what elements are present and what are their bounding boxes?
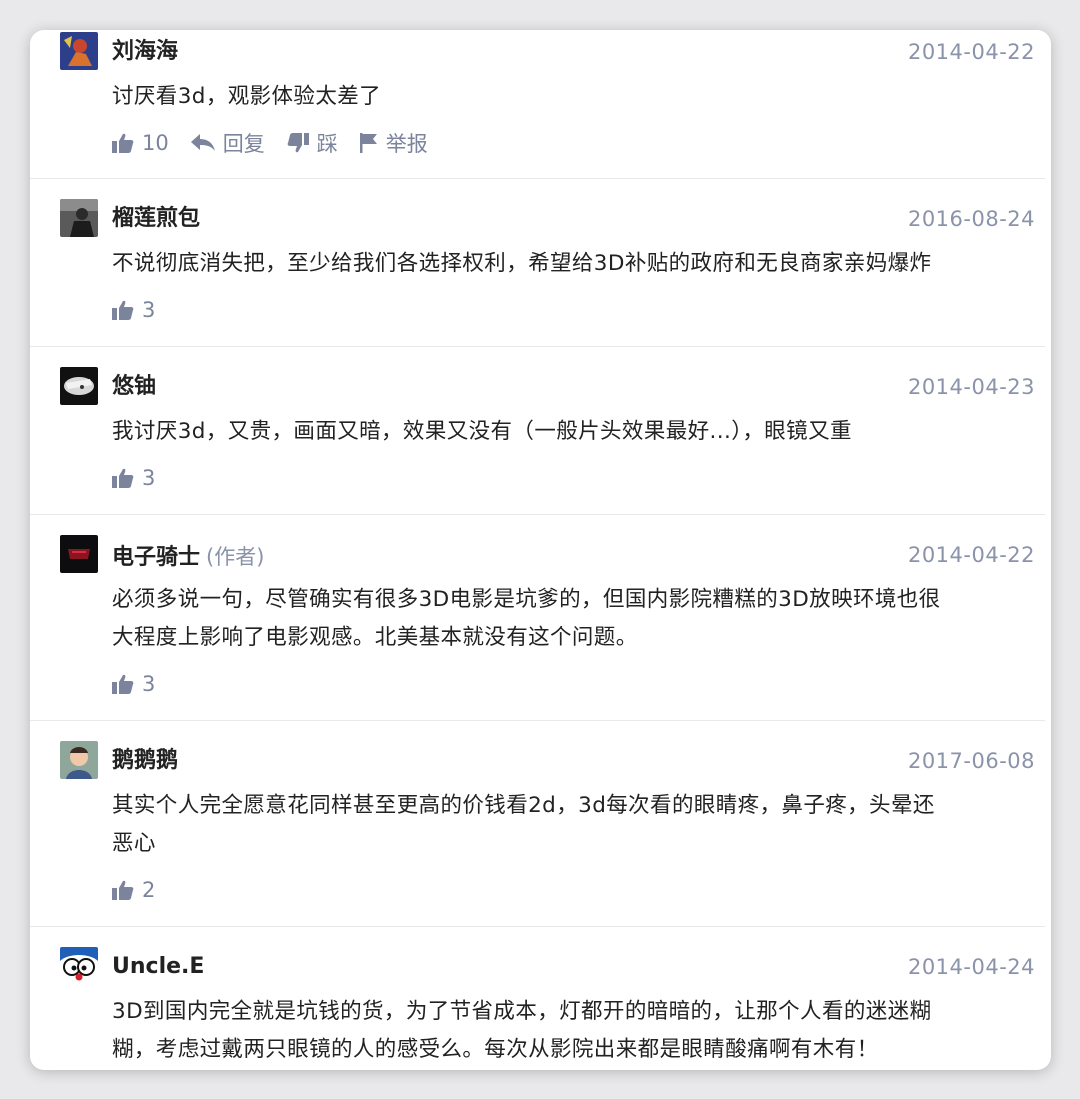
comment-header: 榴莲煎包 2016-08-24: [112, 205, 1039, 233]
comment-item: 榴莲煎包 2016-08-24 不说彻底消失把，至少给我们各选择权利，希望给3D…: [30, 179, 1045, 347]
username[interactable]: Uncle.E: [112, 954, 204, 979]
reply-label: 回复: [222, 132, 265, 156]
dislike-button[interactable]: 踩: [287, 128, 338, 158]
comment-text-line: 其实个人完全愿意花同样甚至更高的价钱看2d，3d每次看的眼睛疼，鼻子疼，头晕还: [112, 793, 935, 818]
thumbs-up-icon: [112, 468, 134, 488]
comment-header: 刘海海 2014-04-22: [112, 38, 1039, 66]
username[interactable]: 悠铀: [112, 374, 156, 399]
thumbs-down-icon: [287, 133, 309, 153]
like-button[interactable]: 2: [112, 878, 155, 902]
comment-text: 我讨厌3d，又贵，画面又暗，效果又没有（一般片头效果最好...），眼镜又重: [112, 419, 852, 444]
dislike-label: 踩: [316, 132, 338, 156]
avatar[interactable]: [60, 199, 98, 237]
reply-arrow-icon: [190, 134, 215, 151]
comment-header: Uncle.E 2014-04-24: [112, 953, 1039, 981]
comment-text: 必须多说一句，尽管确实有很多3D电影是坑爹的，但国内影院糟糕的3D放映环境也很 …: [112, 581, 1031, 657]
comment-item: 刘海海 2014-04-22 讨厌看3d，观影体验太差了 10 回复 踩 举报: [30, 30, 1045, 179]
report-label: 举报: [385, 132, 428, 156]
comment-actions: 10 回复 踩 举报: [112, 129, 450, 157]
comment-text-line: 必须多说一句，尽管确实有很多3D电影是坑爹的，但国内影院糟糕的3D放映环境也很: [112, 587, 941, 612]
comment-text: 讨厌看3d，观影体验太差了: [112, 84, 382, 109]
comment-header: 电子骑士 (作者) 2014-04-22: [112, 541, 1039, 570]
username[interactable]: 刘海海: [112, 39, 178, 64]
comments-panel: 刘海海 2014-04-22 讨厌看3d，观影体验太差了 10 回复 踩 举报: [30, 30, 1051, 1070]
comment-text-line: 恶心: [112, 831, 156, 856]
comment-date: 2017-06-08: [907, 749, 1035, 773]
comment-text-line: 糊，考虑过戴两只眼镜的人的感受么。每次从影院出来都是眼睛酸痛啊有木有！: [112, 1037, 879, 1062]
thumbs-up-icon: [112, 300, 134, 320]
comment-actions: 3: [112, 464, 177, 492]
thumbs-up-icon: [112, 674, 134, 694]
avatar[interactable]: [60, 535, 98, 573]
comment-item: 悠铀 2014-04-23 我讨厌3d，又贵，画面又暗，效果又没有（一般片头效果…: [30, 347, 1045, 515]
comment-date: 2016-08-24: [907, 207, 1035, 231]
comment-date: 2014-04-24: [907, 955, 1035, 979]
like-button[interactable]: 10: [112, 131, 169, 155]
like-button[interactable]: 3: [112, 298, 155, 322]
username[interactable]: 榴莲煎包: [112, 206, 200, 231]
avatar[interactable]: [60, 367, 98, 405]
comment-header: 悠铀 2014-04-23: [112, 373, 1039, 401]
comment-text: 3D到国内完全就是坑钱的货，为了节省成本，灯都开的暗暗的，让那个人看的迷迷糊 糊…: [112, 993, 1031, 1069]
comment-item: 鹅鹅鹅 2017-06-08 其实个人完全愿意花同样甚至更高的价钱看2d，3d每…: [30, 721, 1045, 927]
comment-text-line: 3D到国内完全就是坑钱的货，为了节省成本，灯都开的暗暗的，让那个人看的迷迷糊: [112, 999, 932, 1024]
comment-actions: 2: [112, 876, 177, 904]
author-tag: (作者): [206, 545, 265, 569]
reply-button[interactable]: 回复: [190, 128, 265, 158]
like-count: 3: [142, 466, 156, 490]
username[interactable]: 电子骑士: [112, 545, 200, 570]
comment-date: 2014-04-22: [907, 543, 1035, 567]
comment-date: 2014-04-22: [907, 40, 1035, 64]
username[interactable]: 鹅鹅鹅: [112, 748, 178, 773]
comment-item: 电子骑士 (作者) 2014-04-22 必须多说一句，尽管确实有很多3D电影是坑…: [30, 515, 1045, 721]
flag-icon: [359, 133, 377, 153]
avatar[interactable]: [60, 741, 98, 779]
thumbs-up-icon: [112, 880, 134, 900]
comment-header: 鹅鹅鹅 2017-06-08: [112, 747, 1039, 775]
comment-date: 2014-04-23: [907, 375, 1035, 399]
comment-text: 其实个人完全愿意花同样甚至更高的价钱看2d，3d每次看的眼睛疼，鼻子疼，头晕还 …: [112, 787, 1031, 863]
like-count: 2: [142, 878, 156, 902]
avatar[interactable]: [60, 32, 98, 70]
comment-item: Uncle.E 2014-04-24 3D到国内完全就是坑钱的货，为了节省成本，…: [30, 927, 1045, 1067]
report-button[interactable]: 举报: [359, 128, 428, 158]
like-count: 10: [142, 131, 169, 155]
thumbs-up-icon: [112, 133, 134, 153]
comment-actions: 3: [112, 670, 177, 698]
comment-actions: 3: [112, 296, 177, 324]
like-count: 3: [142, 672, 156, 696]
comment-text-line: 大程度上影响了电影观感。北美基本就没有这个问题。: [112, 625, 638, 650]
like-button[interactable]: 3: [112, 466, 155, 490]
comment-text: 不说彻底消失把，至少给我们各选择权利，希望给3D补贴的政府和无良商家亲妈爆炸: [112, 251, 932, 276]
avatar[interactable]: [60, 947, 98, 985]
like-button[interactable]: 3: [112, 672, 155, 696]
like-count: 3: [142, 298, 156, 322]
